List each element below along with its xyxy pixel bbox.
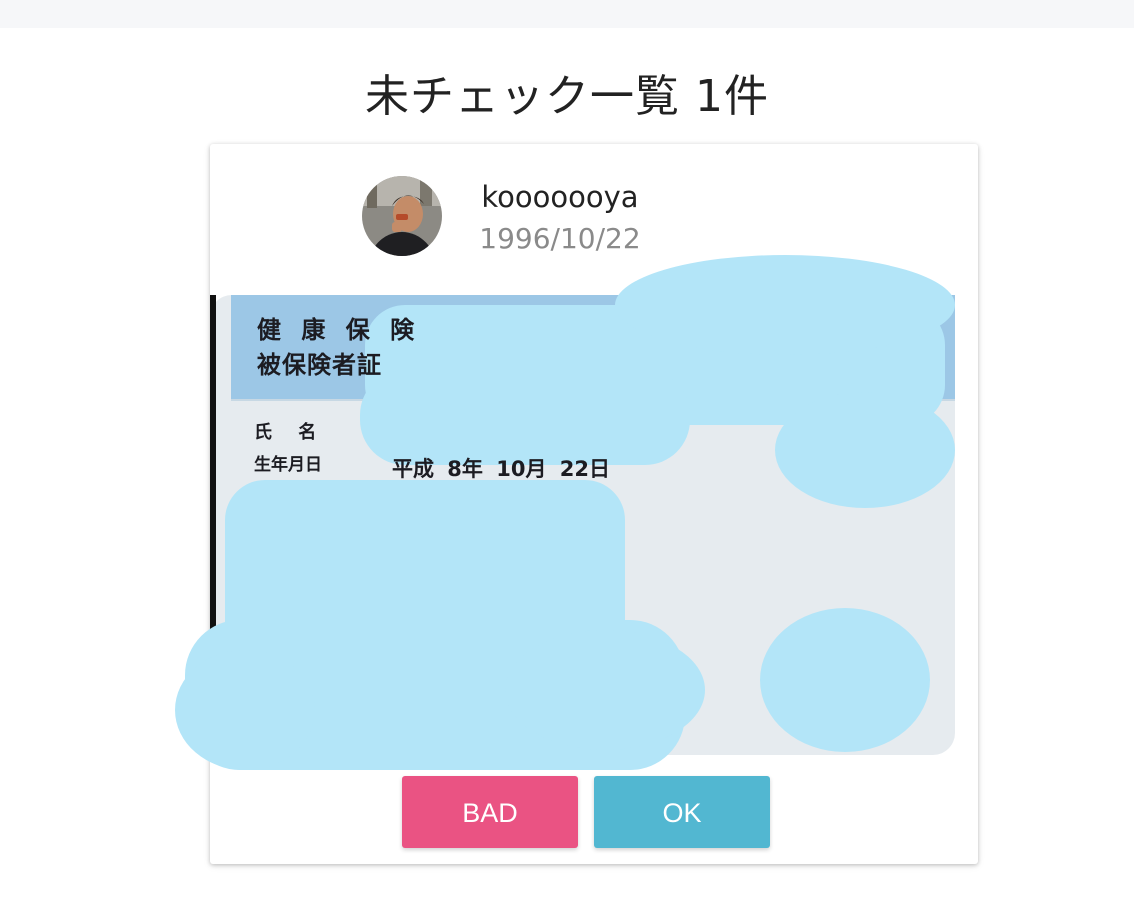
ok-button[interactable]: OK [594,776,770,848]
bad-button[interactable]: BAD [402,776,578,848]
page-title: 未チェック一覧 1件 [365,71,769,123]
top-bar [0,0,1134,28]
id-card-title-line1: 健 康 保 険 [257,316,421,344]
id-card-dob-label: 生年月日 [254,455,322,475]
id-card-name-label: 氏 名 [254,422,327,443]
avatar [362,176,442,256]
id-card-title-line2: 被保険者証 [257,351,382,379]
id-card-dob-value: 平成 8年 10月 22日 [392,457,610,481]
username: kooooooya [481,180,639,214]
